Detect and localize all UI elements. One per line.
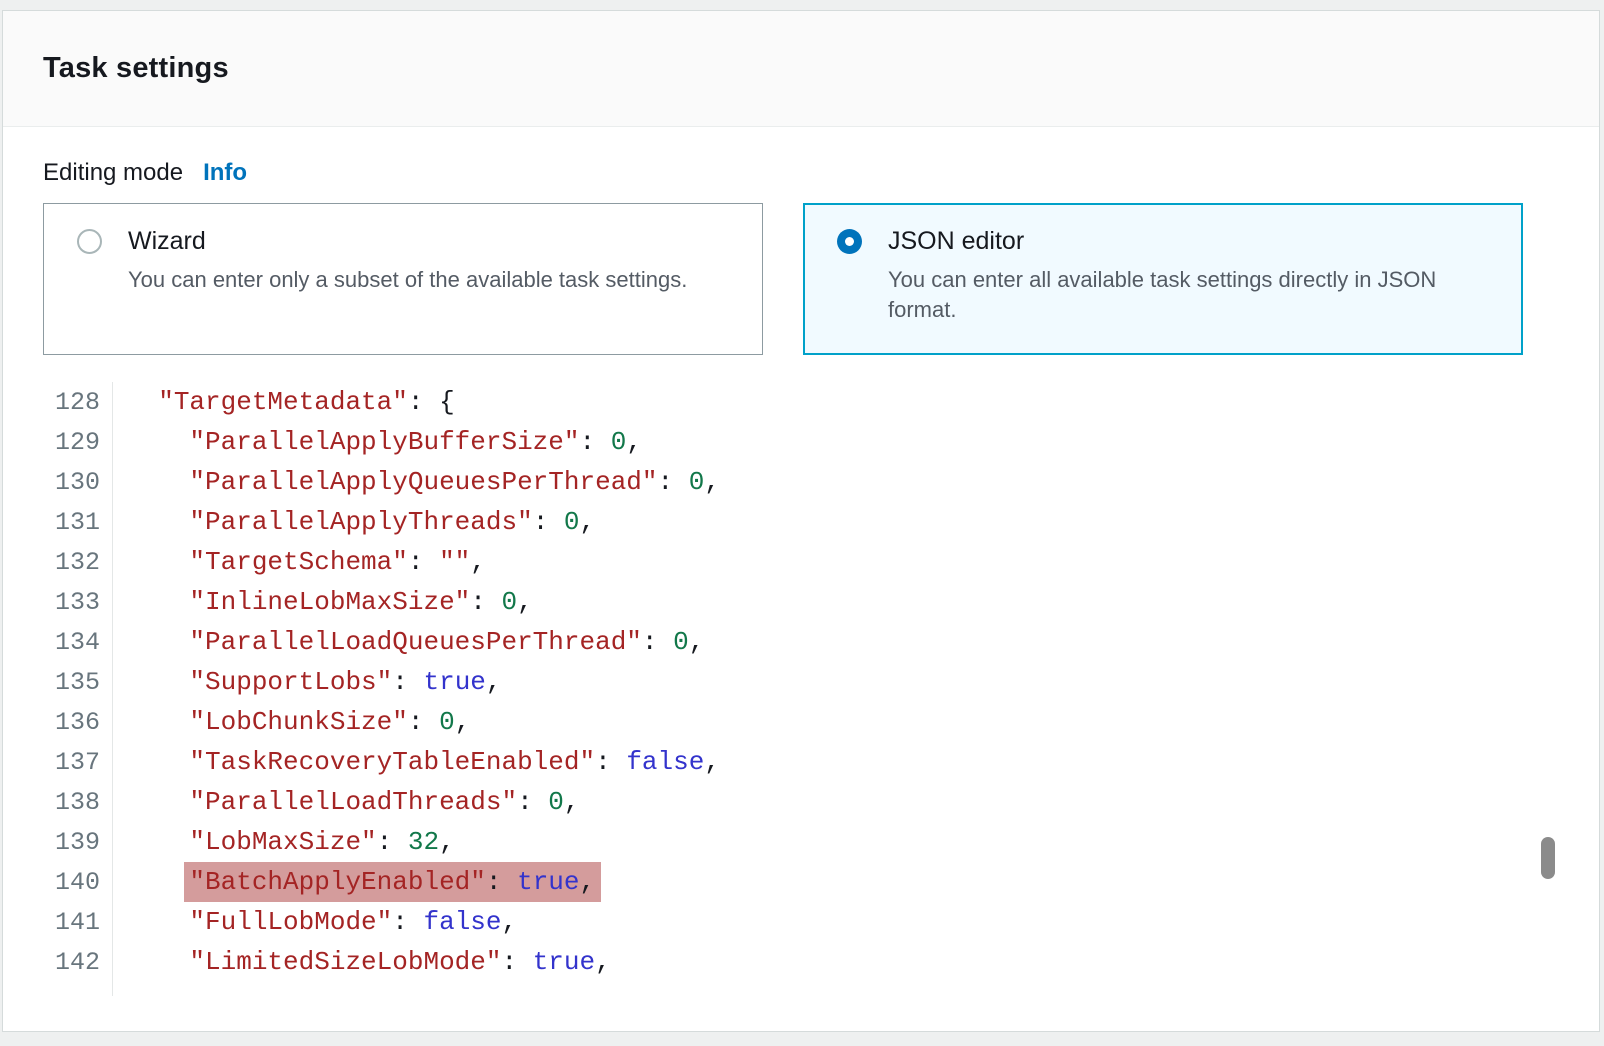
editing-mode-tiles: Wizard You can enter only a subset of th… [43,203,1523,355]
code-text: "ParallelLoadThreads": 0, [113,787,580,817]
code-line[interactable]: 134 "ParallelLoadQueuesPerThread": 0, [3,622,1523,662]
panel-header: Task settings [3,11,1599,127]
code-line[interactable]: 128 "TargetMetadata": { [3,382,1523,422]
code-line[interactable]: 130 "ParallelApplyQueuesPerThread": 0, [3,462,1523,502]
code-line[interactable]: 132 "TargetSchema": "", [3,542,1523,582]
line-number: 135 [3,662,113,702]
line-number: 131 [3,502,113,542]
highlighted-line-segment: "BatchApplyEnabled": true, [184,862,601,902]
line-segment: "LimitedSizeLobMode": true, [189,947,610,977]
radio-json-editor-icon[interactable] [837,229,862,254]
scrollbar-thumb[interactable] [1541,837,1555,879]
code-text: "BatchApplyEnabled": true, [113,867,601,897]
tile-json-editor-label: JSON editor [888,227,1024,256]
line-number: 129 [3,422,113,462]
json-code-editor[interactable]: 128 "TargetMetadata": {129 "ParallelAppl… [3,382,1523,996]
tile-wizard[interactable]: Wizard You can enter only a subset of th… [43,203,763,355]
line-segment: "ParallelLoadQueuesPerThread": 0, [189,627,704,657]
line-segment: "ParallelApplyThreads": 0, [189,507,595,537]
line-number: 140 [3,862,113,902]
code-line[interactable]: 137 "TaskRecoveryTableEnabled": false, [3,742,1523,782]
editing-mode-row: Editing mode Info [43,159,1523,187]
tile-wizard-top: Wizard [77,227,738,256]
code-text: "SupportLobs": true, [113,667,502,697]
code-text: "LobMaxSize": 32, [113,827,455,857]
line-number: 138 [3,782,113,822]
code-text: "LobChunkSize": 0, [113,707,470,737]
code-text: "ParallelLoadQueuesPerThread": 0, [113,627,704,657]
tile-json-editor-top: JSON editor [837,227,1498,256]
code-line[interactable]: 140 "BatchApplyEnabled": true, [3,862,1523,902]
panel-title: Task settings [43,52,229,85]
line-segment: "ParallelApplyBufferSize": 0, [189,427,642,457]
code-line[interactable]: 136 "LobChunkSize": 0, [3,702,1523,742]
task-settings-panel: Task settings Editing mode Info Wizard Y… [2,10,1600,1032]
line-number: 141 [3,902,113,942]
code-text: "FullLobMode": false, [113,907,517,937]
tile-wizard-description: You can enter only a subset of the avail… [128,265,738,295]
line-number: 139 [3,822,113,862]
info-link[interactable]: Info [203,159,247,187]
radio-wizard-icon[interactable] [77,229,102,254]
code-line[interactable]: 142 "LimitedSizeLobMode": true, [3,942,1523,982]
gutter-extension [3,982,1523,996]
line-number: 134 [3,622,113,662]
code-text: "TargetSchema": "", [113,547,486,577]
code-text: "LimitedSizeLobMode": true, [113,947,611,977]
code-text: "TargetMetadata": { [113,387,455,417]
code-line[interactable]: 133 "InlineLobMaxSize": 0, [3,582,1523,622]
code-text: "InlineLobMaxSize": 0, [113,587,533,617]
line-segment: "InlineLobMaxSize": 0, [189,587,532,617]
code-line[interactable]: 139 "LobMaxSize": 32, [3,822,1523,862]
line-number: 128 [3,382,113,422]
line-segment: "ParallelLoadThreads": 0, [189,787,579,817]
line-segment: "TaskRecoveryTableEnabled": false, [189,747,720,777]
gutter-extension-cell [3,982,113,996]
editing-mode-label: Editing mode [43,159,183,187]
line-segment: "LobMaxSize": 32, [189,827,454,857]
code-line[interactable]: 138 "ParallelLoadThreads": 0, [3,782,1523,822]
line-segment: "ParallelApplyQueuesPerThread": 0, [189,467,720,497]
line-segment: "SupportLobs": true, [189,667,501,697]
code-line[interactable]: 141 "FullLobMode": false, [3,902,1523,942]
code-line[interactable]: 135 "SupportLobs": true, [3,662,1523,702]
line-number: 133 [3,582,113,622]
code-text: "ParallelApplyBufferSize": 0, [113,427,642,457]
tile-wizard-label: Wizard [128,227,206,256]
line-number: 132 [3,542,113,582]
line-segment: "TargetSchema": "", [189,547,485,577]
line-segment: "TargetMetadata": { [158,387,454,417]
code-text: "ParallelApplyQueuesPerThread": 0, [113,467,720,497]
line-segment: "LobChunkSize": 0, [189,707,470,737]
code-line[interactable]: 131 "ParallelApplyThreads": 0, [3,502,1523,542]
line-number: 136 [3,702,113,742]
code-line[interactable]: 129 "ParallelApplyBufferSize": 0, [3,422,1523,462]
line-number: 142 [3,942,113,982]
line-segment: "FullLobMode": false, [189,907,517,937]
code-text: "TaskRecoveryTableEnabled": false, [113,747,720,777]
tile-json-editor-description: You can enter all available task setting… [888,265,1498,325]
line-number: 137 [3,742,113,782]
line-number: 130 [3,462,113,502]
tile-json-editor[interactable]: JSON editor You can enter all available … [803,203,1523,355]
code-text: "ParallelApplyThreads": 0, [113,507,595,537]
panel-content: Editing mode Info Wizard You can enter o… [3,159,1599,996]
